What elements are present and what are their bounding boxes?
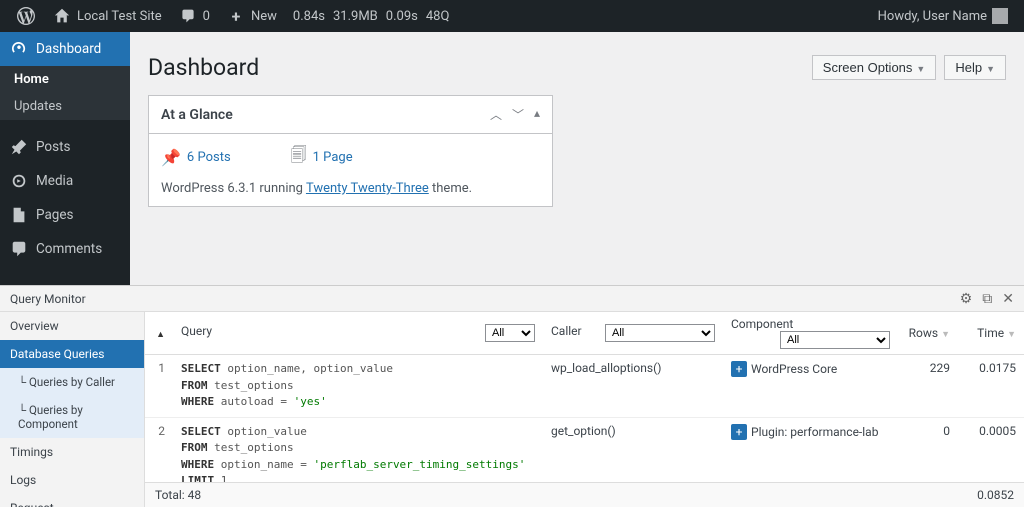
- qm-nav-queries-by-component[interactable]: └ Queries by Component: [0, 396, 144, 438]
- page-title: Dashboard: [148, 54, 259, 81]
- move-up-icon[interactable]: ︿: [490, 106, 502, 123]
- wp-logo[interactable]: [8, 0, 44, 32]
- row-component: +Plugin: performance-lab: [723, 417, 898, 482]
- qm-nav-request[interactable]: Request: [0, 494, 144, 507]
- expand-icon[interactable]: +: [731, 361, 747, 377]
- row-query: SELECT option_value FROM test_options WH…: [173, 417, 543, 482]
- sort-icon: ▼: [941, 330, 950, 340]
- qm-time: 0.84s: [293, 9, 325, 24]
- menu-comments[interactable]: Comments: [0, 232, 130, 266]
- new-content-link[interactable]: + New: [218, 0, 285, 32]
- gear-icon[interactable]: ⚙: [960, 291, 973, 307]
- col-rows[interactable]: Rows▼: [898, 312, 958, 355]
- plus-icon: +: [226, 6, 246, 26]
- at-a-glance-widget: At a Glance ︿ ﹀ ▴ 📌6 Posts 🗐1 Page WordP…: [148, 95, 553, 207]
- col-caller: Caller All: [543, 312, 723, 355]
- close-icon[interactable]: ✕: [1002, 291, 1014, 307]
- media-icon: [10, 172, 28, 190]
- chevron-down-icon: ▼: [916, 64, 925, 74]
- site-name-link[interactable]: Local Test Site: [44, 0, 170, 32]
- glance-posts-link[interactable]: 📌6 Posts: [161, 144, 231, 171]
- row-rows: 229: [898, 355, 958, 418]
- col-index[interactable]: ▲: [145, 312, 173, 355]
- component-filter-select[interactable]: All: [780, 331, 890, 349]
- avatar: [992, 8, 1008, 24]
- qm-queries-table: ▲ Query All Caller All Component All Row…: [145, 312, 1024, 482]
- screen-options-button[interactable]: Screen Options▼: [812, 55, 937, 80]
- home-icon: [52, 6, 72, 26]
- menu-pages[interactable]: Pages: [0, 198, 130, 232]
- qm-nav-timings[interactable]: Timings: [0, 438, 144, 466]
- row-caller: get_option(): [543, 417, 723, 482]
- sort-icon: ▼: [1007, 330, 1016, 340]
- wp-version-text: WordPress 6.3.1 running Twenty Twenty-Th…: [161, 181, 540, 196]
- row-caller: wp_load_alloptions(): [543, 355, 723, 418]
- comment-icon: [178, 6, 198, 26]
- maximize-icon[interactable]: ⧉: [982, 291, 992, 307]
- row-index: 2: [145, 417, 173, 482]
- row-rows: 0: [898, 417, 958, 482]
- page-icon: 🗐: [291, 144, 307, 171]
- collapse-icon[interactable]: ▴: [534, 106, 540, 123]
- admin-bar: Local Test Site 0 + New 0.84s 31.9MB 0.09…: [0, 0, 1024, 32]
- qm-nav-database-queries[interactable]: Database Queries: [0, 340, 144, 368]
- page-icon: [10, 206, 28, 224]
- menu-media-label: Media: [36, 173, 73, 189]
- table-row: 1SELECT option_name, option_value FROM t…: [145, 355, 1024, 418]
- qm-memory: 31.9MB: [333, 9, 378, 24]
- query-filter-select[interactable]: All: [485, 324, 535, 342]
- qm-nav-logs[interactable]: Logs: [0, 466, 144, 494]
- row-index: 1: [145, 355, 173, 418]
- qm-summary[interactable]: 0.84s 31.9MB 0.09s 48Q: [285, 0, 457, 32]
- sort-icon: ▲: [156, 330, 165, 340]
- chevron-down-icon: ▼: [986, 64, 995, 74]
- col-query: Query All: [173, 312, 543, 355]
- qm-title: Query Monitor: [0, 288, 96, 310]
- row-component: +WordPress Core: [723, 355, 898, 418]
- menu-comments-label: Comments: [36, 241, 102, 257]
- qm-total-time: 0.0852: [977, 488, 1014, 502]
- new-label: New: [251, 9, 277, 24]
- menu-pages-label: Pages: [36, 207, 74, 223]
- col-component: Component All: [723, 312, 898, 355]
- qm-db-time: 0.09s: [386, 9, 418, 24]
- qm-nav-queries-by-caller[interactable]: └ Queries by Caller: [0, 368, 144, 396]
- comments-link[interactable]: 0: [170, 0, 218, 32]
- caller-filter-select[interactable]: All: [605, 324, 715, 342]
- row-query: SELECT option_name, option_value FROM te…: [173, 355, 543, 418]
- qm-sidebar: Overview Database Queries └ Queries by C…: [0, 312, 145, 507]
- widget-title: At a Glance: [161, 107, 233, 123]
- expand-icon[interactable]: +: [731, 424, 747, 440]
- menu-posts[interactable]: Posts: [0, 130, 130, 164]
- menu-media[interactable]: Media: [0, 164, 130, 198]
- theme-link[interactable]: Twenty Twenty-Three: [306, 181, 429, 196]
- qm-total: Total: 48: [155, 488, 201, 502]
- qm-query-count: 48Q: [426, 9, 450, 24]
- table-row: 2SELECT option_value FROM test_options W…: [145, 417, 1024, 482]
- row-time: 0.0175: [958, 355, 1024, 418]
- menu-posts-label: Posts: [36, 139, 70, 155]
- qm-nav-overview[interactable]: Overview: [0, 312, 144, 340]
- howdy-text: Howdy, User Name: [878, 9, 987, 24]
- pin-icon: 📌: [161, 148, 181, 167]
- glance-pages-link[interactable]: 🗐1 Page: [291, 144, 353, 171]
- comments-count: 0: [203, 9, 210, 24]
- row-time: 0.0005: [958, 417, 1024, 482]
- comments-icon: [10, 240, 28, 258]
- user-menu[interactable]: Howdy, User Name: [870, 0, 1016, 32]
- submenu-updates[interactable]: Updates: [0, 93, 130, 120]
- menu-dashboard-label: Dashboard: [36, 41, 101, 57]
- wordpress-icon: [16, 6, 36, 26]
- submenu-home[interactable]: Home: [0, 66, 130, 93]
- site-name: Local Test Site: [77, 9, 162, 24]
- menu-dashboard[interactable]: Dashboard: [0, 32, 130, 66]
- query-monitor-panel: Query Monitor ⚙ ⧉ ✕ Overview Database Qu…: [0, 285, 1024, 507]
- col-time[interactable]: Time▼: [958, 312, 1024, 355]
- dashboard-icon: [10, 40, 28, 58]
- help-button[interactable]: Help▼: [944, 55, 1006, 80]
- move-down-icon[interactable]: ﹀: [512, 106, 524, 123]
- pin-icon: [10, 138, 28, 156]
